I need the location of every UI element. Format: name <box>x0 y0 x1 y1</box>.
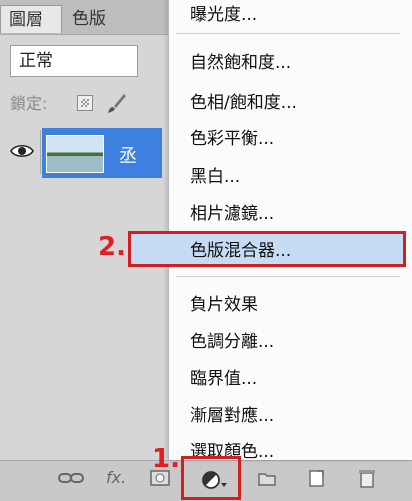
layer-name[interactable]: 丞 <box>119 142 137 168</box>
menu-separator <box>176 276 400 277</box>
group-folder-icon[interactable] <box>256 466 278 490</box>
lock-label: 鎖定: <box>10 94 48 113</box>
menu-item-exposure[interactable]: 曝光度... <box>190 0 257 25</box>
annotation-step-1: 1. <box>152 444 180 474</box>
annotation-step-2: 2. <box>98 232 126 262</box>
menu-item-invert[interactable]: 負片效果 <box>190 290 258 315</box>
menu-item-gradient-map[interactable]: 漸層對應... <box>190 401 274 426</box>
annotation-box-adjustment-button <box>181 456 241 500</box>
link-icon[interactable] <box>56 466 86 490</box>
new-layer-icon[interactable] <box>306 466 328 490</box>
blend-mode-select[interactable]: 正常 <box>10 45 138 77</box>
menu-item-black-white[interactable]: 黑白... <box>190 162 240 187</box>
menu-item-color-balance[interactable]: 色彩平衡... <box>190 124 274 149</box>
trash-icon[interactable] <box>356 466 378 490</box>
lock-transparency-checkbox[interactable] <box>77 95 93 111</box>
menu-item-threshold[interactable]: 臨界值... <box>190 364 257 389</box>
brush-icon[interactable] <box>104 92 128 116</box>
menu-item-hue-saturation[interactable]: 色相/飽和度... <box>190 88 297 113</box>
tab-layers[interactable]: 圖層 <box>0 5 62 33</box>
menu-separator <box>176 33 400 34</box>
fx-button[interactable]: fx. <box>106 466 126 490</box>
eye-icon[interactable] <box>10 142 34 160</box>
menu-item-vibrance[interactable]: 自然飽和度... <box>190 48 291 73</box>
layer-thumbnail <box>46 135 104 173</box>
tab-channels[interactable]: 色版 <box>64 5 130 33</box>
menu-item-posterize[interactable]: 色調分離... <box>190 327 274 352</box>
menu-item-channel-mixer[interactable]: 色版混合器... <box>190 236 291 261</box>
menu-item-photo-filter[interactable]: 相片濾鏡... <box>190 199 274 224</box>
